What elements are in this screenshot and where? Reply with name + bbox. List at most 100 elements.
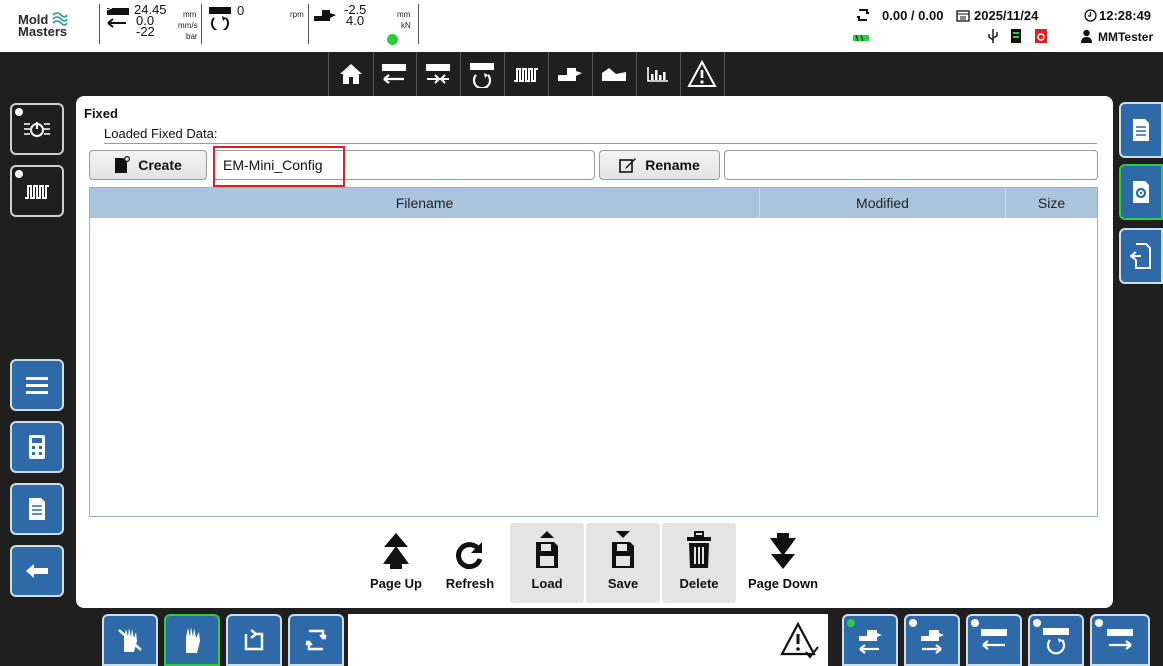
- document-icon: [1133, 119, 1149, 141]
- bottom-plasticize[interactable]: [1028, 614, 1084, 666]
- nav-statistics[interactable]: [636, 52, 681, 96]
- bar-chart-icon: [647, 67, 668, 82]
- date: 2025/11/24: [974, 8, 1039, 23]
- import-file-icon: [1130, 243, 1151, 269]
- rpm-unit: rpm: [290, 10, 304, 19]
- cycle-icon: [857, 9, 869, 21]
- new-file-icon: [115, 156, 131, 173]
- nav-carriage[interactable]: [548, 52, 593, 96]
- page-down-icon: [770, 533, 796, 569]
- logo: Mold Masters: [8, 8, 88, 42]
- machine-mini-icon: [853, 32, 869, 44]
- column-size[interactable]: Size: [1006, 188, 1097, 218]
- save-button[interactable]: Save: [586, 523, 660, 603]
- bottom-manual-mode[interactable]: [102, 614, 158, 666]
- message-area: [348, 614, 828, 666]
- alarm-document-icon: [1035, 29, 1047, 43]
- rename-field[interactable]: [724, 150, 1098, 180]
- delete-label: Delete: [679, 576, 719, 591]
- profile-icon: [602, 68, 626, 81]
- hand-icon: [186, 627, 200, 653]
- fixed-data-panel: Fixed Loaded Fixed Data: Create EM-Mini_…: [76, 96, 1113, 608]
- warning-icon: [687, 60, 717, 87]
- rename-label: Rename: [645, 157, 700, 173]
- page-up-label: Page Up: [369, 576, 422, 591]
- injection-icon: [106, 7, 129, 28]
- position-unit: mm: [183, 10, 197, 19]
- file-table[interactable]: Filename Modified Size: [89, 187, 1098, 517]
- heater-zones-icon: [514, 68, 538, 82]
- rpm-value: 0: [237, 3, 245, 18]
- rail-right-document[interactable]: [1119, 102, 1163, 158]
- rail-heater-power[interactable]: [10, 103, 64, 155]
- bottom-hand-mode[interactable]: [164, 614, 220, 666]
- carriage-unit: mm: [397, 10, 411, 19]
- rail-right-settings-file[interactable]: [1119, 164, 1163, 220]
- alarm-acknowledge-icon[interactable]: [780, 622, 820, 660]
- page-down-button[interactable]: Page Down: [738, 523, 828, 603]
- delete-button[interactable]: Delete: [662, 523, 736, 603]
- table-header: Filename Modified Size: [90, 188, 1097, 218]
- edit-icon: [619, 158, 637, 173]
- hand-off-icon: [118, 628, 142, 652]
- rename-button[interactable]: Rename: [599, 150, 720, 180]
- bottom-inject[interactable]: [966, 614, 1022, 666]
- create-button[interactable]: Create: [89, 150, 207, 180]
- heater-zones-icon: [25, 185, 49, 199]
- load-button[interactable]: Load: [510, 523, 584, 603]
- column-filename[interactable]: Filename: [90, 188, 760, 218]
- rail-right-import[interactable]: [1119, 228, 1163, 284]
- bottom-auto-cycle[interactable]: [288, 614, 344, 666]
- field-highlight: [213, 146, 345, 187]
- arrow-left-icon: [26, 564, 48, 578]
- load-icon: [536, 531, 558, 568]
- rail-back[interactable]: [10, 545, 64, 597]
- calendar-icon: [956, 10, 970, 22]
- auto-cycle-icon: [305, 629, 327, 651]
- rail-document[interactable]: [10, 483, 64, 535]
- rail-menu[interactable]: [10, 359, 64, 411]
- logo-line2: Masters: [18, 24, 68, 39]
- calculator-icon: [29, 435, 45, 459]
- page-up-icon: [383, 533, 409, 569]
- nav-home[interactable]: [328, 52, 374, 96]
- column-modified[interactable]: Modified: [760, 188, 1006, 218]
- nav-alarms[interactable]: [680, 52, 725, 96]
- nav-profile[interactable]: [592, 52, 637, 96]
- bottom-carriage-back[interactable]: [904, 614, 960, 666]
- loaded-label: Loaded Fixed Data:: [104, 126, 218, 141]
- user-icon: [1081, 29, 1092, 43]
- page-down-label: Page Down: [747, 576, 819, 591]
- status-led: [387, 34, 398, 45]
- divider: [104, 143, 1097, 144]
- rail-heater-zones[interactable]: [10, 165, 64, 217]
- nav-plasticize[interactable]: [460, 52, 505, 96]
- save-label: Save: [607, 576, 639, 591]
- page-up-button[interactable]: Page Up: [359, 523, 433, 603]
- clock-icon: [1084, 9, 1097, 22]
- single-cycle-icon: [244, 629, 264, 651]
- nav-injection[interactable]: [372, 52, 417, 96]
- bottom-decompress[interactable]: [1090, 614, 1150, 666]
- carriage-icon: [558, 68, 582, 81]
- refresh-button[interactable]: Refresh: [433, 523, 507, 603]
- user-name: MMTester: [1098, 30, 1154, 44]
- status-bar: Mold Masters 24.45 0.0 -22 mm mm/s bar 0…: [0, 0, 1163, 52]
- injection-icon: [382, 64, 406, 84]
- bottom-single-cycle[interactable]: [226, 614, 282, 666]
- pressure-unit: bar: [186, 32, 198, 41]
- injection-icon: [981, 629, 1007, 650]
- main-nav: [328, 52, 818, 96]
- cycle-times: 0.00 / 0.00: [882, 8, 944, 23]
- carriage-icon: [314, 10, 336, 21]
- force-unit: kN: [401, 21, 411, 30]
- refresh-label: Refresh: [445, 576, 495, 591]
- rail-calculator[interactable]: [10, 421, 64, 473]
- document-status-icon: [1011, 29, 1021, 43]
- bottom-carriage-forward[interactable]: [842, 614, 898, 666]
- nav-hold[interactable]: [416, 52, 461, 96]
- nav-temperature[interactable]: [504, 52, 549, 96]
- screw-rotation-icon: [209, 7, 231, 30]
- pressure-value: -22: [136, 24, 155, 39]
- document-icon: [29, 498, 45, 520]
